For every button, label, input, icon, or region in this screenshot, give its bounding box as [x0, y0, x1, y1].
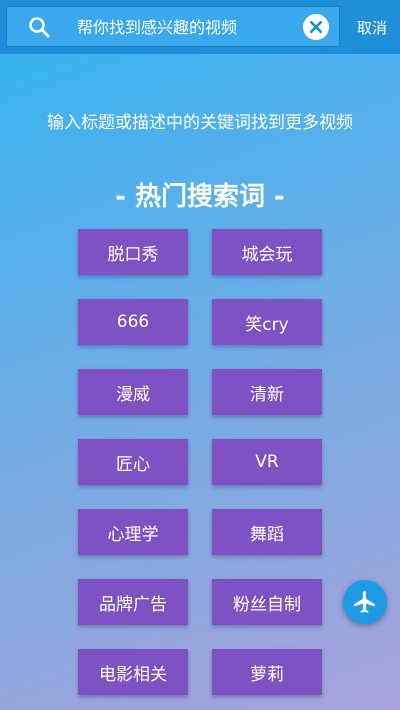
- close-icon[interactable]: [303, 14, 329, 40]
- hot-tag[interactable]: 清新: [212, 369, 322, 415]
- airplane-fab-button[interactable]: [343, 580, 387, 624]
- cancel-button[interactable]: 取消: [348, 17, 396, 39]
- hot-tag[interactable]: 笑cry: [212, 299, 322, 345]
- hot-tag[interactable]: 漫威: [78, 369, 188, 415]
- hot-tag[interactable]: 匠心: [78, 439, 188, 485]
- hot-tag[interactable]: 电影相关: [78, 649, 188, 695]
- hot-tag[interactable]: 城会玩: [212, 229, 322, 275]
- hot-tag[interactable]: 品牌广告: [78, 579, 188, 625]
- search-icon[interactable]: [27, 15, 51, 39]
- hot-tag[interactable]: 萝莉: [212, 649, 322, 695]
- search-box[interactable]: [6, 6, 340, 47]
- search-input[interactable]: [77, 12, 297, 42]
- hot-tag[interactable]: 粉丝自制: [212, 579, 322, 625]
- hot-tag[interactable]: 舞蹈: [212, 509, 322, 555]
- hot-tag[interactable]: VR: [212, 439, 322, 485]
- hot-search-title: - 热门搜索词 -: [115, 182, 285, 212]
- hot-tag[interactable]: 666: [78, 299, 188, 345]
- top-bar: 取消: [0, 0, 400, 54]
- airplane-icon: [354, 591, 375, 613]
- search-hint: 输入标题或描述中的关键词找到更多视频: [47, 113, 353, 133]
- hot-tag[interactable]: 心理学: [78, 509, 188, 555]
- hot-tag[interactable]: 脱口秀: [78, 229, 188, 275]
